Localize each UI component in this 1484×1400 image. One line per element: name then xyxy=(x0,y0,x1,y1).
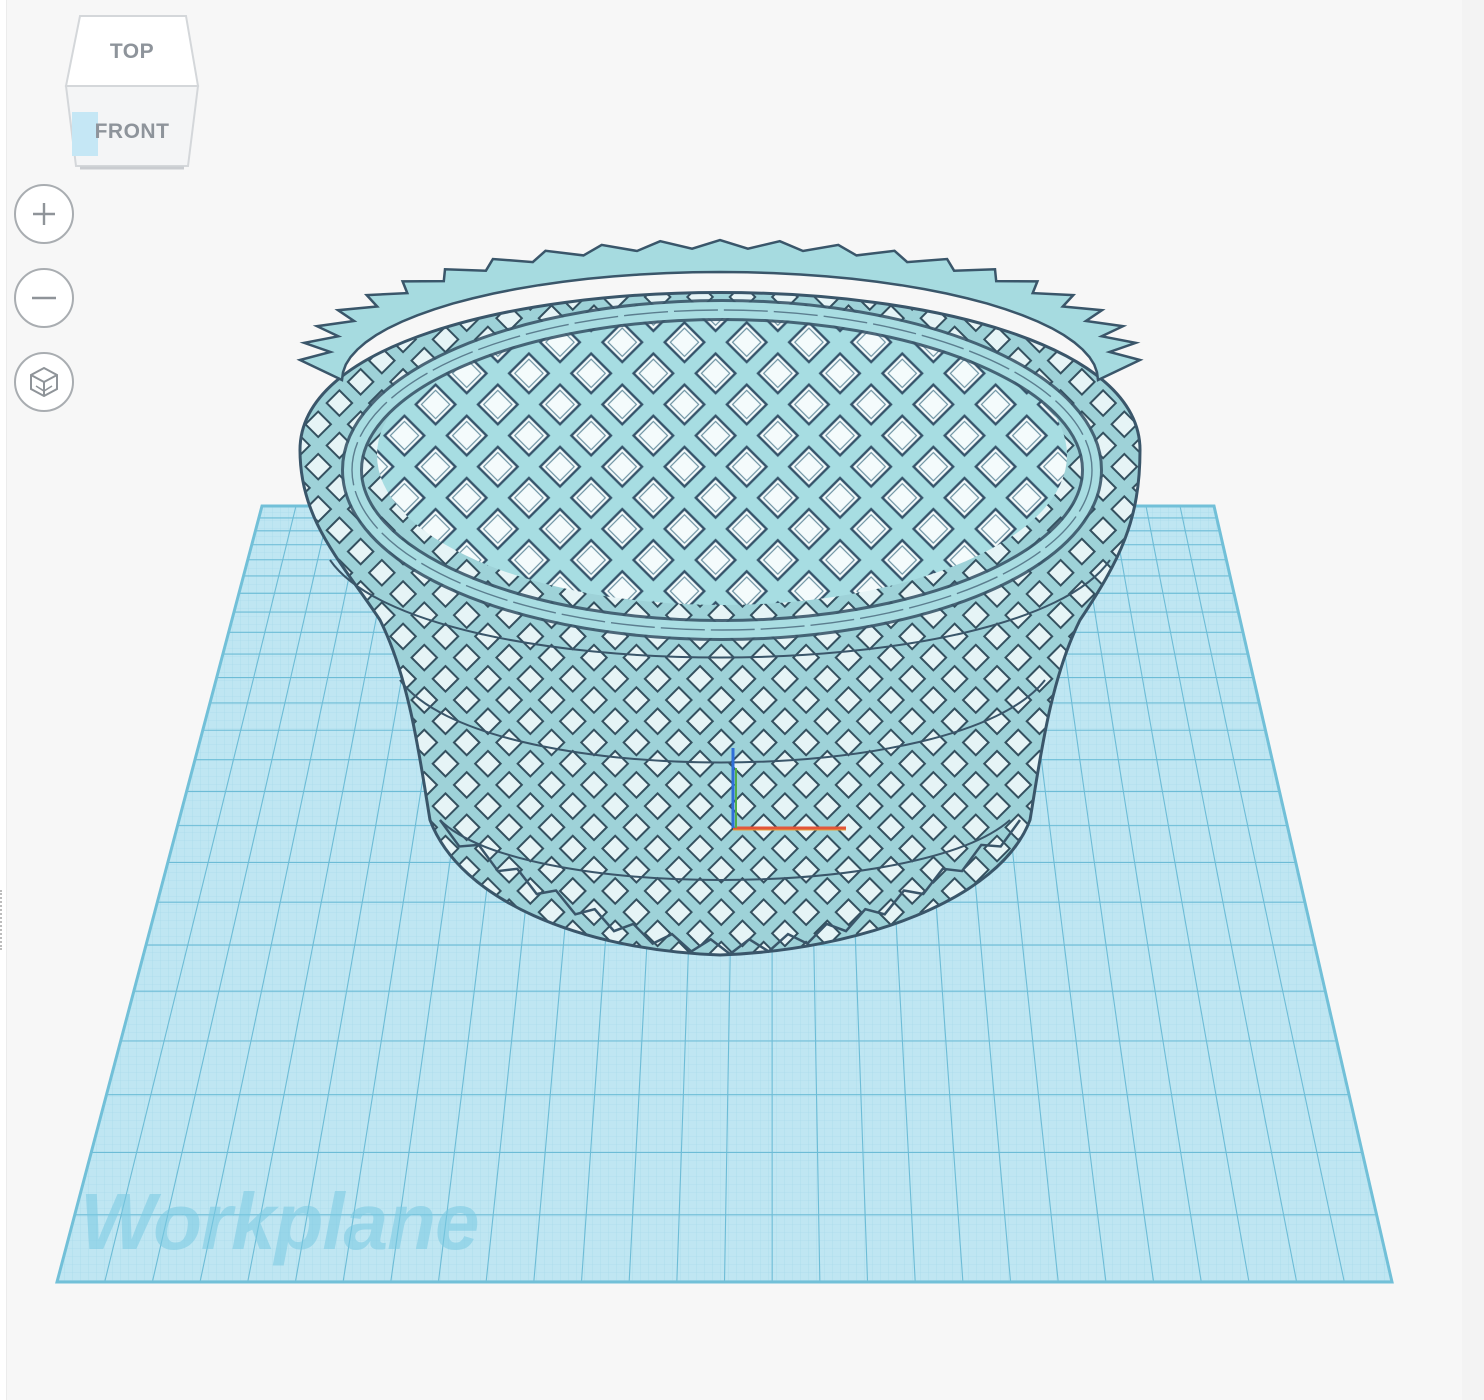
cube-home-icon xyxy=(30,366,58,398)
view-cube[interactable]: TOP FRONT xyxy=(62,14,204,176)
zoom-in-button[interactable] xyxy=(14,184,74,244)
plus-icon xyxy=(33,203,55,225)
zoom-out-button[interactable] xyxy=(14,268,74,328)
home-view-button[interactable] xyxy=(14,352,74,412)
3d-viewport[interactable]: TOP FRONT Workplane xyxy=(0,0,1484,1400)
minus-icon xyxy=(32,296,56,300)
view-cube-top-face[interactable]: TOP xyxy=(84,40,180,64)
scene[interactable] xyxy=(0,0,1484,1400)
view-cube-front-face[interactable]: FRONT xyxy=(82,120,182,144)
